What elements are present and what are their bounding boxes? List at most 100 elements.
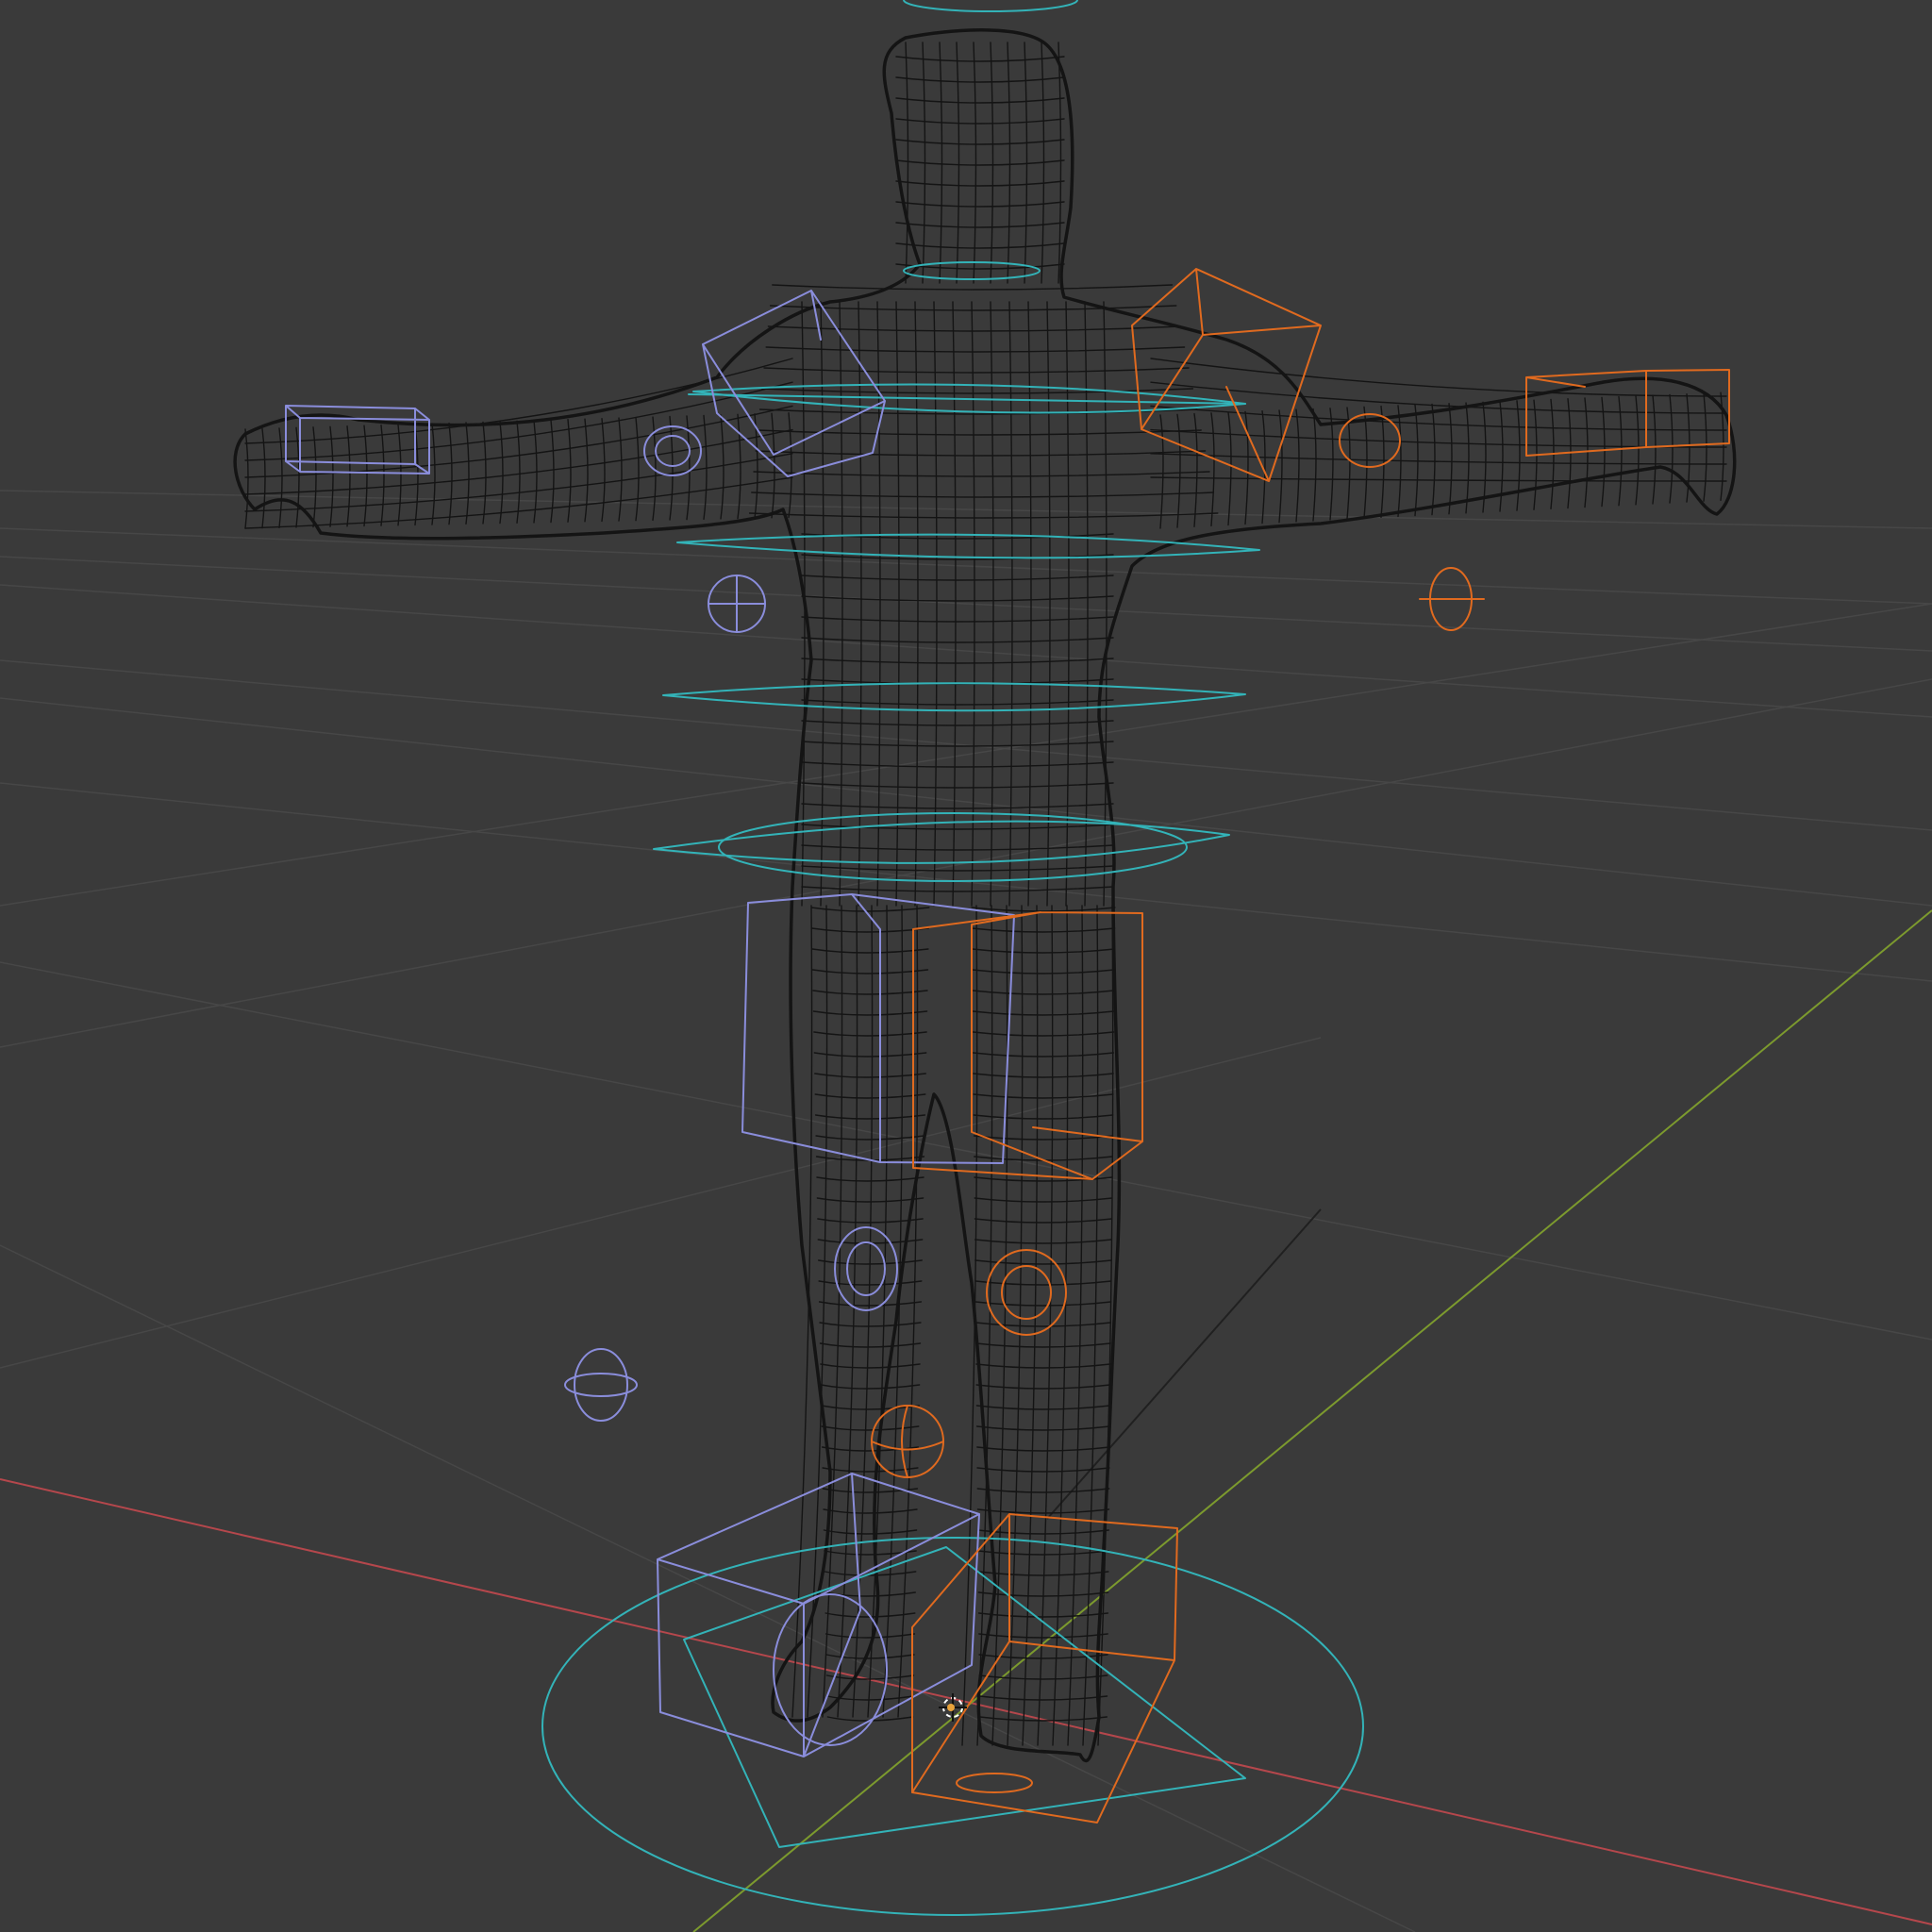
mesh-leg-loop [972, 1031, 1115, 1037]
mesh-leg-loop [971, 948, 1116, 954]
mesh-head-line [956, 42, 960, 284]
rig-left-pole-sphere[interactable] [708, 575, 766, 633]
rig-left-thigh-box[interactable] [741, 893, 1015, 1164]
mesh-leg-loop [810, 907, 930, 912]
character-mesh-wireframe[interactable] [233, 28, 1737, 1763]
mesh-torso-loop [801, 782, 1114, 789]
viewport-scene[interactable] [0, 0, 1932, 1932]
mesh-arm-loop [635, 416, 640, 522]
mesh-arm-loop [1346, 407, 1351, 520]
mesh-torso-loop [895, 56, 1065, 62]
mesh-arm-loop [601, 417, 606, 523]
pole-sphere-equator [564, 1373, 638, 1397]
mesh-arm-loop [1465, 402, 1470, 514]
mesh-torso-loop [748, 512, 1219, 519]
mesh-leg-loop [814, 1114, 926, 1120]
rig-left-controls[interactable] [285, 290, 1015, 1757]
mesh-arm-loop [1669, 393, 1674, 504]
mesh-arm-loop [1618, 395, 1623, 507]
mesh-torso-loop [772, 284, 1174, 291]
mesh-leg-line [852, 905, 874, 1718]
mesh-arm-loop [1363, 406, 1368, 519]
mesh-arm-loop [550, 419, 555, 524]
mesh-torso-loop [763, 367, 1190, 374]
mesh-torso-line [933, 301, 938, 907]
rig-right-foot-pole-sphere[interactable] [871, 1405, 944, 1478]
mesh-leg-loop [976, 1446, 1110, 1452]
mesh-leg-loop [813, 1052, 927, 1058]
rig-waist-ring[interactable] [662, 682, 1246, 712]
mesh-leg-loop [974, 1280, 1112, 1286]
mesh-arm-loop [1380, 405, 1385, 518]
rig-root-circle[interactable] [541, 1537, 1364, 1916]
mesh-torso-loop [895, 242, 1065, 249]
mesh-leg-loop [974, 1322, 1112, 1327]
rig-right-knee-ring-inner[interactable] [1001, 1265, 1052, 1320]
mesh-torso-loop [801, 803, 1114, 809]
mesh-torso-loop [895, 139, 1065, 145]
mesh-torso-loop [765, 346, 1186, 353]
mesh-arm-line [1150, 476, 1727, 482]
mesh-torso-line [820, 301, 824, 907]
mesh-arm-loop [1448, 403, 1453, 515]
mesh-arm-line [244, 358, 793, 444]
mesh-torso-loop [895, 159, 1065, 166]
mesh-leg-loop [814, 1073, 926, 1078]
mesh-head-line [990, 42, 994, 284]
rig-left-knee-ring[interactable] [834, 1226, 898, 1311]
mesh-torso-loop [895, 201, 1065, 208]
mesh-leg-loop [820, 1384, 921, 1390]
mesh-arm-loop [261, 427, 266, 529]
mesh-leg-loop [972, 1052, 1115, 1058]
mesh-arm-line [1150, 453, 1727, 465]
mesh-leg-line [1022, 905, 1039, 1746]
rig-left-knee-ring-inner[interactable] [846, 1241, 886, 1296]
mesh-torso-loop [801, 761, 1114, 768]
mesh-leg-loop [976, 1488, 1110, 1493]
world-axes [0, 909, 1932, 1932]
rig-right-knee-ring[interactable] [986, 1249, 1067, 1336]
mesh-leg-loop [816, 1197, 924, 1203]
mesh-torso-loop [895, 222, 1065, 228]
mesh-arm-loop [1312, 408, 1317, 522]
mesh-leg-loop [973, 1073, 1114, 1078]
mesh-leg-loop [822, 1467, 919, 1473]
mesh-arm-loop [295, 426, 300, 528]
rig-right-toe-ring[interactable] [956, 1773, 1033, 1793]
mesh-leg-loop [974, 1197, 1113, 1203]
mesh-arm-loop [1516, 400, 1521, 511]
mesh-head-line [973, 42, 977, 284]
mesh-leg-line [897, 905, 919, 1718]
mesh-arm-loop [771, 412, 775, 519]
mesh-arm-loop [720, 414, 724, 520]
mesh-torso-loop [895, 97, 1065, 104]
rig-center-controls[interactable] [541, 0, 1364, 1916]
mesh-leg-loop [823, 1508, 918, 1514]
pole-sphere-outline[interactable] [871, 1405, 944, 1478]
rig-head-ring[interactable] [903, 0, 1078, 12]
mesh-torso-loop [801, 720, 1114, 726]
rig-left-shoulder-cube[interactable] [702, 290, 886, 477]
mesh-leg-loop [819, 1322, 922, 1327]
3d-viewport[interactable] [0, 0, 1932, 1932]
mesh-leg-loop [978, 1695, 1108, 1701]
mesh-arm-loop [482, 421, 487, 525]
mesh-arm-loop [380, 424, 385, 526]
mesh-arm-loop [788, 412, 792, 519]
mesh-leg-loop [975, 1342, 1111, 1348]
mesh-leg-loop [978, 1633, 1108, 1639]
rig-left-foot-pole-sphere[interactable] [564, 1348, 638, 1422]
mesh-leg-loop [978, 1674, 1108, 1680]
rig-right-pole-sphere[interactable] [1419, 567, 1485, 631]
mesh-leg-loop [975, 1425, 1111, 1431]
mesh-torso-loop [801, 575, 1114, 581]
pole-sphere-outline[interactable] [574, 1348, 628, 1422]
mesh-arm-loop [448, 422, 453, 525]
mesh-leg-loop [975, 1363, 1111, 1369]
mesh-leg-loop [971, 927, 1116, 933]
rig-neck-ring[interactable] [903, 261, 1041, 280]
mesh-leg-loop [972, 990, 1115, 995]
mesh-arm-loop [1414, 404, 1419, 517]
mesh-arm-loop [363, 425, 368, 527]
mesh-leg-line [1052, 905, 1069, 1746]
